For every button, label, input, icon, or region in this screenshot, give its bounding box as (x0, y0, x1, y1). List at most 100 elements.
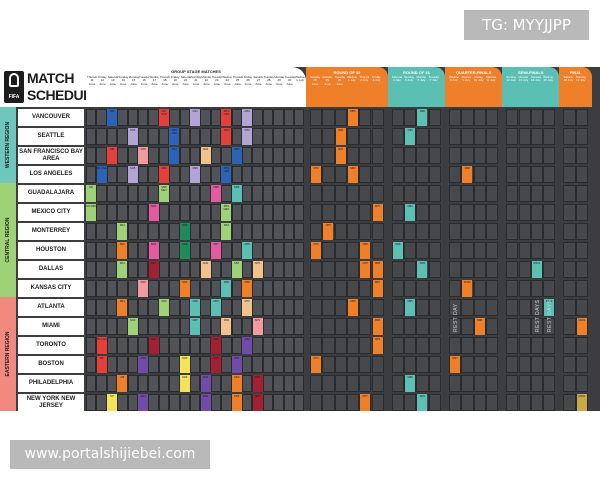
match-m35[interactable]: M35 (179, 223, 190, 240)
knockout-m83[interactable]: M83 (360, 242, 371, 259)
knockout-m99[interactable]: M99 (474, 318, 485, 335)
knockout-m73[interactable]: M73 (311, 166, 321, 183)
match-m18[interactable]: M18 (138, 356, 149, 373)
venue-san-francisco-bay-area[interactable]: SAN FRANCISCO BAY AREA (18, 147, 84, 164)
match-m21[interactable]: M21 (148, 337, 159, 354)
knockout-m83[interactable]: M83 (372, 337, 383, 354)
match-m16[interactable]: M16 (127, 128, 138, 145)
match-m32[interactable]: M32 USA (169, 128, 180, 145)
match-m19[interactable]: M19 (138, 147, 149, 164)
match-m49[interactable]: M49 (221, 318, 232, 335)
knockout-m92[interactable]: M92 (405, 204, 416, 221)
venue-houston[interactable]: HOUSTON (18, 242, 84, 259)
venue-los-angeles[interactable]: LOS ANGELES (18, 166, 84, 183)
match-m25[interactable]: M25 (159, 299, 169, 316)
knockout-m98[interactable]: M98 (462, 166, 473, 183)
match-m30[interactable]: M30 (179, 356, 190, 373)
match-m64[interactable]: M64 (242, 109, 253, 126)
match-m65[interactable]: M65 (242, 242, 253, 259)
knockout-m87[interactable]: M87 (372, 280, 383, 297)
match-m27[interactable]: M27 CAN (159, 109, 169, 126)
venue-monterrey[interactable]: MONTERREY (18, 223, 84, 240)
knockout-m88[interactable]: M88 (372, 261, 383, 278)
match-m42[interactable]: M42 (200, 375, 211, 392)
match-m45[interactable]: M45 (211, 356, 221, 373)
match-m51[interactable]: M51 CAN (221, 109, 232, 126)
match-m44[interactable]: M44 (200, 147, 211, 164)
match-m9[interactable]: M9 (117, 375, 128, 392)
match-m12[interactable]: M12 (117, 223, 128, 240)
match-m3[interactable]: M3 CAN (96, 337, 107, 354)
match-m37[interactable]: M37 (190, 318, 201, 335)
match-m58[interactable]: M58 (221, 280, 232, 297)
match-m40[interactable]: M40 (190, 109, 201, 126)
match-m62[interactable]: M62 (242, 337, 253, 354)
knockout-m84[interactable]: M84 (347, 166, 358, 183)
match-m1[interactable]: M1 MEX (86, 204, 97, 221)
match-m19[interactable]: M19 (138, 280, 149, 297)
match-m50[interactable]: M50 (211, 299, 221, 316)
venue-miami[interactable]: MIAMI (18, 318, 84, 335)
match-m66[interactable]: M66 (231, 185, 242, 202)
knockout-m94[interactable]: M94 (405, 128, 416, 145)
knockout-m104[interactable]: M104 (576, 394, 587, 411)
match-m43[interactable]: M43 (200, 261, 211, 278)
knockout-m86[interactable]: M86 (372, 318, 383, 335)
venue-toronto[interactable]: TORONTO (18, 337, 84, 354)
match-m67[interactable]: M67 (252, 394, 263, 411)
venue-seattle[interactable]: SEATTLE (18, 128, 84, 145)
match-m68[interactable]: M68 (252, 375, 263, 392)
match-m38[interactable]: M38 (190, 299, 201, 316)
knockout-m90[interactable]: M90 (392, 242, 403, 259)
match-m56[interactable]: M56 (231, 394, 242, 411)
knockout-m77[interactable]: M77 (360, 394, 371, 411)
match-m61[interactable]: M61 (231, 356, 242, 373)
knockout-m96[interactable]: M96 (417, 109, 428, 126)
match-m15[interactable]: M15 (127, 166, 138, 183)
knockout-m82[interactable]: M82 (335, 128, 346, 145)
match-m4[interactable]: M4 USA (96, 166, 107, 183)
match-m17[interactable]: M17 (138, 394, 149, 411)
match-m39[interactable]: M39 (190, 166, 201, 183)
knockout-m81[interactable]: M81 (335, 147, 346, 164)
knockout-m93[interactable]: M93 (417, 261, 428, 278)
match-m24[interactable]: M24 (148, 204, 159, 221)
match-m28[interactable]: M28 MEX (159, 185, 169, 202)
knockout-m101[interactable]: M101 (531, 261, 542, 278)
knockout-m74[interactable]: M74 (311, 356, 321, 373)
knockout-m103[interactable]: M103 (576, 318, 587, 335)
match-m46[interactable]: M46 (211, 337, 221, 354)
match-m2[interactable]: M2 (86, 185, 97, 202)
venue-mexico-city[interactable]: MEXICO CITY (18, 204, 84, 221)
match-m36[interactable]: M36 (179, 242, 190, 259)
match-m10[interactable]: M10 (117, 242, 128, 259)
match-m71[interactable]: M71 (252, 318, 263, 335)
knockout-m91[interactable]: M91 (417, 394, 428, 411)
knockout-m100[interactable]: M100 (462, 280, 473, 297)
match-m29[interactable]: M29 (179, 375, 190, 392)
venue-new-york-new-jersey[interactable]: NEW YORK NEW JERSEY (18, 394, 84, 411)
match-m5[interactable]: M5 (96, 356, 107, 373)
venue-guadalajara[interactable]: GUADALAJARA (18, 185, 84, 202)
knockout-m95[interactable]: M95 (405, 299, 416, 316)
match-m26[interactable]: M26 (159, 166, 169, 183)
match-m53[interactable]: M53 MEX (221, 204, 232, 221)
knockout-m89[interactable]: M89 (405, 375, 416, 392)
match-m72[interactable]: M72 (242, 299, 253, 316)
venue-kansas-city[interactable]: KANSAS CITY (18, 280, 84, 297)
venue-philadelphia[interactable]: PHILADELPHIA (18, 375, 84, 392)
match-m6[interactable]: M6 (107, 109, 117, 126)
knockout-m85[interactable]: M85 (347, 109, 358, 126)
match-m8[interactable]: M8 (107, 147, 117, 164)
match-m63[interactable]: M63 (242, 128, 253, 145)
match-m69[interactable]: M69 (242, 280, 253, 297)
knockout-m80[interactable]: M80 (347, 299, 358, 316)
match-m52[interactable]: M52 (221, 128, 232, 145)
match-m22[interactable]: M22 (148, 261, 159, 278)
match-m47[interactable]: M47 (211, 242, 221, 259)
knockout-m76[interactable]: M76 (311, 242, 321, 259)
match-m13[interactable]: M13 (127, 318, 138, 335)
knockout-m78[interactable]: M78 (360, 261, 371, 278)
match-m60[interactable]: M60 (231, 375, 242, 392)
match-m34[interactable]: M34 (179, 280, 190, 297)
